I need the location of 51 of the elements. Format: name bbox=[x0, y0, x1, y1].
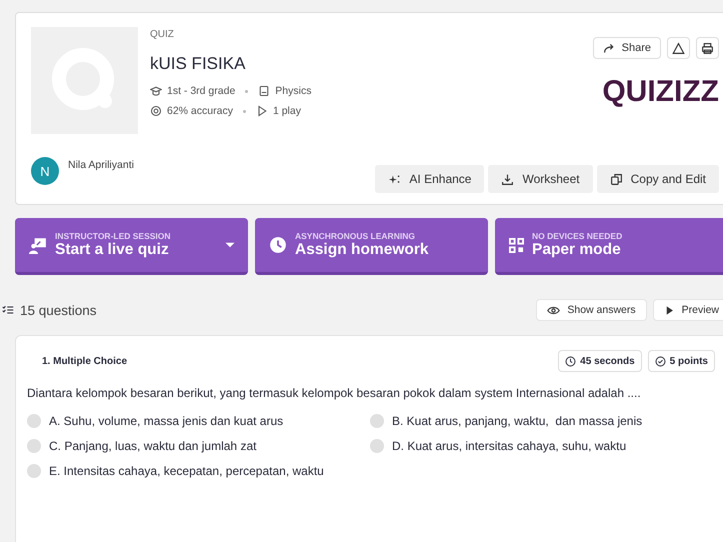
book-icon bbox=[258, 85, 270, 97]
target-icon bbox=[150, 105, 162, 117]
quiz-title: kUIS FISIKA bbox=[150, 54, 246, 74]
mode-button[interactable]: ASYNCHRONOUS LEARNING Assign homework bbox=[255, 218, 488, 275]
share-icon bbox=[602, 42, 616, 54]
share-button[interactable]: Share bbox=[592, 37, 661, 59]
answer-option: C. Panjang, luas, waktu dan jumlah zat bbox=[49, 439, 256, 453]
play-icon bbox=[256, 105, 268, 117]
play-count: 1 play bbox=[272, 105, 301, 117]
answer-option: B. Kuat arus, panjang, waktu, dan massa jenis bbox=[392, 414, 642, 428]
question-count: 15 questions bbox=[20, 302, 98, 318]
answer-option: E. Intensitas cahaya, kecepatan, percepatan, waktu bbox=[49, 464, 324, 478]
radio-button[interactable] bbox=[370, 439, 384, 453]
mode-button[interactable]: INSTRUCTOR-LED SESSION Start a live quiz bbox=[15, 218, 248, 275]
answer-option: A. Suhu, volume, massa jenis dan kuat arus bbox=[49, 414, 284, 428]
mode-button[interactable]: NO DEVICES NEEDED Paper mode bbox=[495, 218, 723, 275]
tool-button[interactable]: Copy and Edit bbox=[596, 165, 719, 193]
copy-icon bbox=[610, 172, 623, 186]
author-name: Nila Apriliyanti bbox=[68, 159, 134, 171]
tool-button[interactable]: Worksheet bbox=[488, 165, 593, 193]
warning-icon bbox=[672, 42, 685, 54]
sparkle-icon bbox=[388, 172, 402, 186]
points: 5 points bbox=[670, 356, 708, 366]
subject: Physics bbox=[275, 85, 312, 97]
check-circle-icon bbox=[654, 356, 666, 366]
grade-range: 1st - 3rd grade bbox=[167, 85, 236, 97]
answer-option: D. Kuat arus, intersitas cahaya, suhu, waktu bbox=[392, 439, 626, 453]
preview-button[interactable]: Preview bbox=[652, 299, 723, 321]
radio-button[interactable] bbox=[370, 414, 384, 428]
tool-button[interactable]: AI Enhance bbox=[375, 165, 484, 193]
print-icon bbox=[701, 42, 714, 54]
question-heading: 1. Multiple Choice bbox=[42, 356, 128, 366]
content-type: QUIZ bbox=[150, 29, 175, 40]
checklist-icon bbox=[2, 304, 14, 316]
accuracy: 62% accuracy bbox=[167, 105, 233, 117]
time-limit: 45 seconds bbox=[580, 356, 635, 366]
download-icon bbox=[501, 172, 514, 186]
clock-icon bbox=[269, 236, 287, 254]
qr-icon bbox=[509, 238, 524, 252]
question-text: Diantara kelompok besaran berikut, yang termasuk kelompok besaran pokok dalam system Internasional adalah .... bbox=[27, 386, 642, 400]
radio-button[interactable] bbox=[27, 414, 41, 428]
clock-icon bbox=[565, 356, 576, 366]
presenter-icon bbox=[29, 236, 47, 254]
print-button[interactable] bbox=[696, 37, 719, 59]
avatar: N bbox=[31, 157, 59, 185]
radio-button[interactable] bbox=[27, 464, 41, 478]
radio-button[interactable] bbox=[27, 439, 41, 453]
logo: QUIZIZZ bbox=[602, 75, 719, 109]
show-answers-button[interactable]: Show answers bbox=[536, 299, 647, 321]
graduation-cap-icon bbox=[150, 85, 162, 97]
report-button[interactable] bbox=[667, 37, 690, 59]
